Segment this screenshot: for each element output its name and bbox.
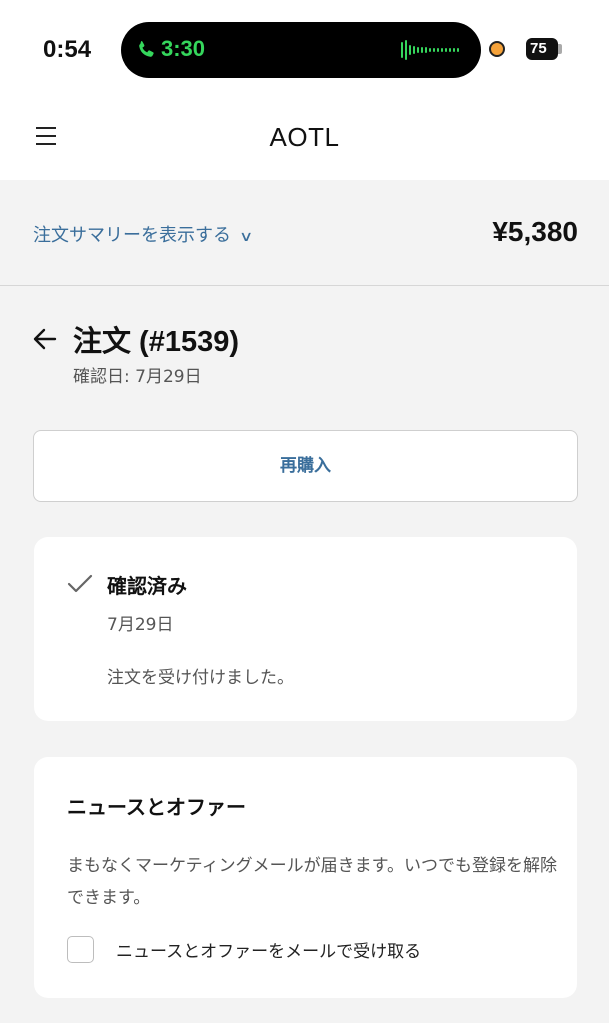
chevron-down-icon: ∨: [238, 229, 254, 245]
checkmark-icon: [67, 574, 93, 593]
news-email-checkbox[interactable]: [67, 936, 94, 963]
status-title: 確認済み: [107, 574, 187, 598]
battery-indicator: 75: [526, 38, 558, 60]
phone-icon: [139, 41, 154, 57]
page-title: 注文 (#1539): [73, 326, 240, 358]
dynamic-island-call[interactable]: 3:30: [121, 22, 481, 78]
news-description: まもなくマーケティングメールが届きます。いつでも登録を解除できます。: [67, 856, 557, 908]
news-title: ニュースとオファー: [67, 795, 246, 819]
news-offers-card: ニュースとオファー まもなくマーケティングメールが届きます。いつでも登録を解除で…: [34, 757, 577, 998]
news-email-checkbox-label[interactable]: ニュースとオファーをメールで受け取る: [116, 937, 421, 962]
order-summary-bar: 注文サマリーを表示する ∨ ¥5,380: [0, 180, 609, 286]
back-arrow-icon[interactable]: [33, 328, 57, 350]
order-status-card: 確認済み 7月29日 注文を受け付けました。: [34, 537, 577, 721]
rebuy-button[interactable]: 再購入: [33, 430, 578, 502]
order-total-price: ¥5,380: [492, 216, 578, 247]
status-time: 0:54: [43, 36, 92, 63]
show-order-summary-toggle[interactable]: 注文サマリーを表示する ∨: [33, 221, 254, 247]
summary-toggle-label: 注文サマリーを表示する: [33, 225, 231, 246]
status-bar: 0:54 3:30 75: [0, 0, 609, 96]
status-date: 7月29日: [107, 615, 174, 635]
top-nav-bar: AOTL: [0, 96, 609, 180]
call-timer: 3:30: [161, 36, 206, 61]
audio-wave-icon: [401, 40, 459, 60]
brand-logo[interactable]: AOTL: [0, 122, 609, 153]
confirmed-date: 確認日: 7月29日: [73, 367, 202, 387]
battery-cap: [558, 44, 562, 54]
status-message: 注文を受け付けました。: [107, 668, 294, 688]
privacy-indicator-dot: [489, 41, 505, 57]
